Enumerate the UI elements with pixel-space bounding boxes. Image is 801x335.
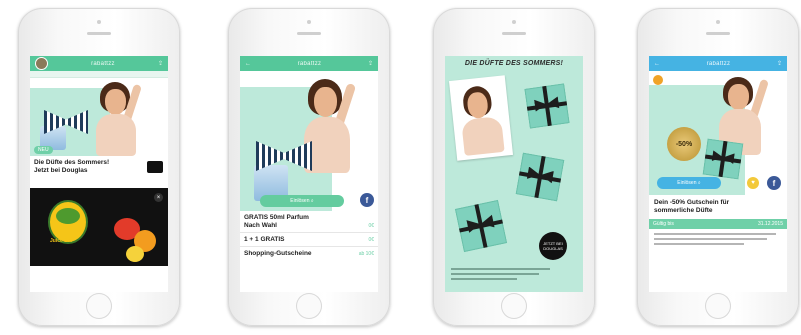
caption-line2: Jetzt bei Douglas bbox=[34, 167, 88, 174]
offer-title: 1 + 1 GRATIS bbox=[244, 236, 285, 243]
discount-badge: -50% bbox=[667, 127, 701, 161]
phone-3-screen[interactable]: DIE DÜFTE DES SOMMERS! JETZT BEI DOUGLAS bbox=[445, 56, 583, 292]
fine-print bbox=[649, 229, 787, 249]
gift-box bbox=[702, 138, 744, 180]
tab-bar bbox=[30, 71, 168, 78]
back-arrow-icon[interactable]: ← bbox=[654, 61, 660, 67]
offer-price: ab 10€ bbox=[358, 250, 374, 257]
juice-bar-card[interactable]: Juice Bar × bbox=[30, 188, 168, 266]
banner-title: DIE DÜFTE DES SOMMERS! bbox=[464, 59, 564, 67]
appbar: ← rabattzz ⇪ bbox=[649, 56, 787, 71]
valid-date: 31.12.2015 bbox=[757, 221, 783, 227]
phone-4: ← rabattzz ⇪ -50% Einlösen ⌕ ♥ f Dein -5… bbox=[637, 8, 799, 326]
speaker bbox=[87, 32, 111, 35]
appbar-title: rabattzz bbox=[297, 60, 322, 67]
offer-title: GRATIS 50ml Parfum bbox=[244, 214, 309, 221]
home-button[interactable] bbox=[501, 293, 527, 319]
phone-2-screen: ← rabattzz ⇪ Einlösen ⌕ f GRATIS 50ml Pa… bbox=[240, 56, 378, 292]
phone-3: DIE DÜFTE DES SOMMERS! JETZT BEI DOUGLAS bbox=[433, 8, 595, 326]
home-button[interactable] bbox=[86, 293, 112, 319]
orange-badge-icon bbox=[653, 75, 663, 85]
search-icon: ⌕ bbox=[697, 180, 701, 186]
redeem-label: Einlösen bbox=[677, 180, 697, 186]
share-icon[interactable]: ⇪ bbox=[777, 60, 782, 67]
home-button[interactable] bbox=[296, 293, 322, 319]
avatar[interactable] bbox=[35, 57, 48, 70]
model-image bbox=[453, 80, 508, 157]
gift-box bbox=[524, 83, 570, 129]
heart-icon[interactable]: ♥ bbox=[747, 177, 759, 189]
camera-dot bbox=[307, 20, 311, 24]
douglas-badge: JETZT BEI DOUGLAS bbox=[539, 232, 567, 260]
camera-dot bbox=[716, 20, 720, 24]
teaser-caption[interactable]: Die Düfte des Sommers! Jetzt bei Douglas bbox=[30, 156, 168, 188]
offer-subtitle: Nach Wahl bbox=[244, 222, 277, 229]
brand-logo bbox=[147, 161, 163, 173]
camera-dot bbox=[512, 20, 516, 24]
share-icon[interactable]: ⇪ bbox=[368, 60, 373, 67]
gift-box bbox=[515, 152, 565, 202]
redeem-button[interactable]: Einlösen ⌕ bbox=[657, 177, 721, 189]
gift-box bbox=[454, 199, 508, 253]
new-badge: NEU bbox=[34, 146, 53, 154]
close-icon[interactable]: × bbox=[154, 193, 163, 202]
appbar: ← rabattzz ⇪ bbox=[240, 56, 378, 71]
product-image[interactable]: NEU bbox=[30, 78, 168, 156]
fine-print bbox=[451, 268, 561, 280]
share-icon[interactable]: ⇪ bbox=[158, 60, 163, 67]
facebook-icon[interactable]: f bbox=[360, 193, 374, 207]
offer-caption[interactable]: Dein -50% Gutschein für sommerliche Düft… bbox=[649, 195, 787, 219]
phone-2: ← rabattzz ⇪ Einlösen ⌕ f GRATIS 50ml Pa… bbox=[228, 8, 390, 326]
phone-1-screen: rabattzz ⇪ NEU Die Düfte des Sommers! Je… bbox=[30, 56, 168, 292]
valid-label: Gültig bis bbox=[653, 221, 674, 227]
caption-line1: Dein -50% Gutschein für bbox=[654, 199, 730, 206]
appbar-title: rabattzz bbox=[91, 60, 115, 67]
phone-4-screen: ← rabattzz ⇪ -50% Einlösen ⌕ ♥ f Dein -5… bbox=[649, 56, 787, 292]
fruit-lemon bbox=[126, 246, 144, 262]
redeem-button[interactable]: Einlösen ⌕ bbox=[260, 195, 344, 207]
model-image bbox=[88, 80, 158, 156]
speaker bbox=[706, 32, 730, 35]
offer-image: -50% Einlösen ⌕ ♥ f bbox=[649, 71, 787, 195]
search-icon: ⌕ bbox=[310, 198, 314, 204]
logo-text: Juice Bar bbox=[50, 238, 73, 244]
facebook-icon[interactable]: f bbox=[767, 176, 781, 190]
speaker bbox=[502, 32, 526, 35]
caption-line2: sommerliche Düfte bbox=[654, 207, 713, 214]
offer-row-3[interactable]: Shopping-Gutscheine ab 10€ bbox=[240, 246, 378, 260]
phone-1: rabattzz ⇪ NEU Die Düfte des Sommers! Je… bbox=[18, 8, 180, 326]
camera-dot bbox=[97, 20, 101, 24]
offer-row-2[interactable]: 1 + 1 GRATIS 0€ bbox=[240, 232, 378, 246]
product-image: Einlösen ⌕ f bbox=[240, 71, 378, 211]
validity-strip: Gültig bis 31.12.2015 bbox=[649, 219, 787, 229]
offer-row-1[interactable]: GRATIS 50ml Parfum Nach Wahl 0€ bbox=[240, 211, 378, 232]
offer-title: Shopping-Gutscheine bbox=[244, 250, 312, 257]
redeem-label: Einlösen bbox=[290, 198, 310, 204]
photo-card bbox=[448, 75, 514, 161]
offer-sub: Nach Wahl 0€ bbox=[244, 222, 374, 230]
offer-price: 0€ bbox=[368, 236, 374, 243]
home-button[interactable] bbox=[705, 293, 731, 319]
offer-price: 0€ bbox=[368, 223, 374, 229]
back-arrow-icon[interactable]: ← bbox=[245, 61, 251, 67]
appbar: rabattzz ⇪ bbox=[30, 56, 168, 71]
speaker bbox=[297, 32, 321, 35]
appbar-title: rabattzz bbox=[706, 60, 731, 67]
caption-line1: Die Düfte des Sommers! bbox=[34, 159, 110, 166]
